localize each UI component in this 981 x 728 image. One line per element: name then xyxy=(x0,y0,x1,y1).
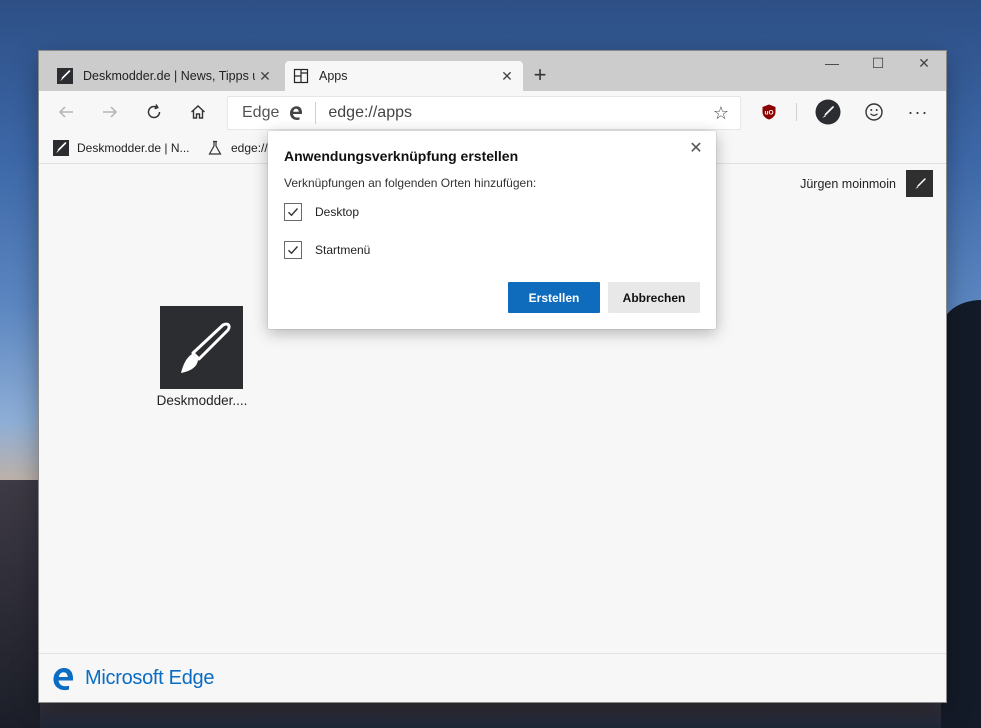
app-tile-deskmodder[interactable] xyxy=(160,306,243,389)
desktop-background-left xyxy=(0,480,40,728)
tab-title: Apps xyxy=(319,69,348,83)
apps-icon xyxy=(293,68,309,84)
close-icon[interactable]: ✕ xyxy=(497,68,517,85)
close-icon[interactable]: ✕ xyxy=(686,139,706,159)
create-button[interactable]: Erstellen xyxy=(508,282,600,313)
toolbar-separator xyxy=(796,103,797,121)
window-close-button[interactable]: ✕ xyxy=(901,55,946,77)
home-icon xyxy=(191,105,205,119)
minimize-button[interactable]: — xyxy=(809,55,855,77)
arrow-right-icon xyxy=(103,106,118,118)
address-bar[interactable]: Edge edge://apps ☆ xyxy=(227,96,741,130)
dialog-title: Anwendungsverknüpfung erstellen xyxy=(284,148,519,164)
smiley-icon xyxy=(865,103,883,121)
star-icon[interactable]: ☆ xyxy=(710,103,732,124)
profile-name: Jürgen moinmoin xyxy=(800,176,896,191)
brush-icon xyxy=(57,68,73,84)
forward-button[interactable] xyxy=(95,97,125,127)
edge-logo-icon xyxy=(53,667,74,690)
feedback-button[interactable] xyxy=(859,97,889,127)
favorite-deskmodder[interactable]: Deskmodder.de | N... xyxy=(53,138,190,158)
footer-brand: Microsoft Edge xyxy=(85,667,215,689)
cancel-button[interactable]: Abbrechen xyxy=(608,282,700,313)
brush-avatar-icon xyxy=(815,99,841,125)
dialog-subtitle: Verknüpfungen an folgenden Orten hinzufü… xyxy=(284,176,537,190)
profile-button[interactable] xyxy=(813,97,843,127)
more-menu-button[interactable]: ··· xyxy=(903,97,933,127)
page-footer: Microsoft Edge xyxy=(39,653,946,702)
svg-text:uO: uO xyxy=(764,110,773,117)
refresh-button[interactable] xyxy=(139,97,169,127)
arrow-left-icon xyxy=(58,106,73,118)
option-startmenu[interactable]: Startmenü xyxy=(284,241,370,259)
paintbrush-icon xyxy=(180,322,231,373)
tab-deskmodder[interactable]: Deskmodder.de | News, Tipps und ✕ xyxy=(49,61,281,91)
checkmark-icon xyxy=(288,246,299,255)
flask-icon xyxy=(208,140,222,155)
toolbar: Edge edge://apps ☆ uO ··· xyxy=(39,91,946,133)
favorite-label: edge:// xyxy=(231,141,268,155)
checkbox-label: Startmenü xyxy=(315,243,371,257)
maximize-button[interactable]: ☐ xyxy=(855,55,901,77)
profile-picture[interactable] xyxy=(906,170,933,197)
tab-strip: Deskmodder.de | News, Tipps und ✕ Apps ✕… xyxy=(39,51,946,91)
startmenu-checkbox[interactable] xyxy=(284,241,302,259)
tab-title: Deskmodder.de | News, Tipps und xyxy=(83,69,255,83)
address-prefix: Edge xyxy=(242,104,280,121)
back-button[interactable] xyxy=(51,97,81,127)
desktop-background-right xyxy=(941,300,981,728)
address-url[interactable]: edge://apps xyxy=(328,104,710,122)
address-separator xyxy=(315,102,317,124)
option-desktop[interactable]: Desktop xyxy=(284,203,359,221)
refresh-icon xyxy=(147,104,161,119)
close-icon[interactable]: ✕ xyxy=(255,68,275,85)
home-button[interactable] xyxy=(183,97,213,127)
desktop-checkbox[interactable] xyxy=(284,203,302,221)
create-shortcut-dialog: ✕ Anwendungsverknüpfung erstellen Verknü… xyxy=(268,131,716,329)
app-label[interactable]: Deskmodder.... xyxy=(143,393,261,408)
favorite-edge-flags[interactable]: edge:// xyxy=(207,138,268,158)
tab-apps[interactable]: Apps ✕ xyxy=(285,61,523,91)
edge-logo-icon xyxy=(290,106,303,120)
checkbox-label: Desktop xyxy=(315,205,360,219)
ublock-extension-button[interactable]: uO xyxy=(754,97,784,127)
brush-icon xyxy=(914,177,926,189)
ublock-shield-icon: uO xyxy=(762,104,776,120)
favorite-label: Deskmodder.de | N... xyxy=(77,141,190,155)
new-tab-button[interactable]: + xyxy=(527,63,553,89)
brush-icon xyxy=(53,140,69,156)
profile-area[interactable]: Jürgen moinmoin xyxy=(800,170,933,197)
checkmark-icon xyxy=(288,208,299,217)
